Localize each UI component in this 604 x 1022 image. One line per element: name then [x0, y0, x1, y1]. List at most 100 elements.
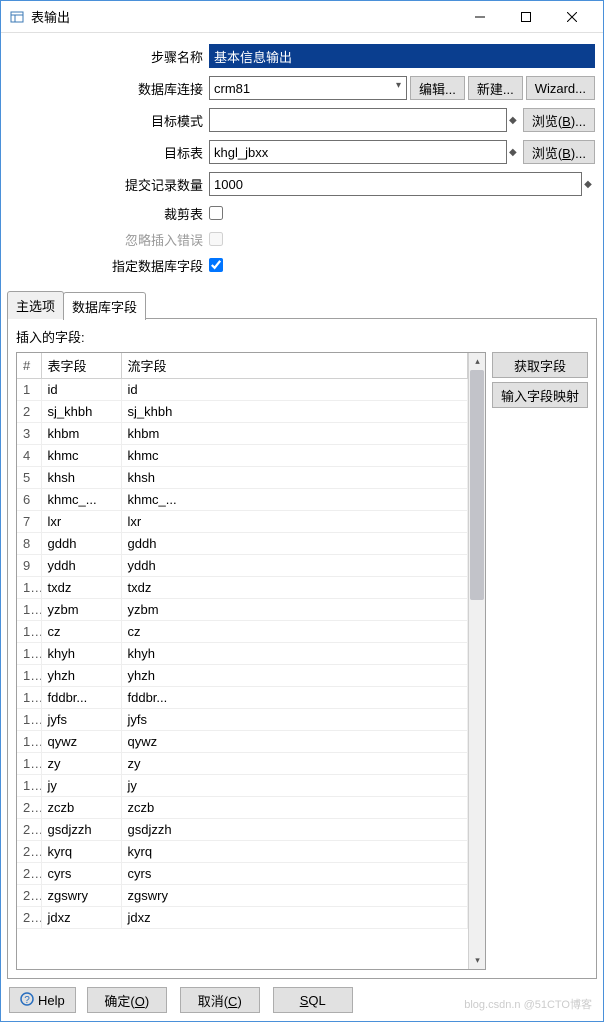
cell-table-field[interactable]: zczb [41, 797, 121, 819]
cell-stream-field[interactable]: yzbm [121, 599, 468, 621]
cell-stream-field[interactable]: khmc [121, 445, 468, 467]
cell-table-field[interactable]: zgswry [41, 885, 121, 907]
cell-stream-field[interactable]: gsdjzzh [121, 819, 468, 841]
cell-stream-field[interactable]: kyrq [121, 841, 468, 863]
table-row[interactable]: 2.. zczb zczb [17, 797, 468, 819]
cell-stream-field[interactable]: sj_khbh [121, 401, 468, 423]
tab-db-fields[interactable]: 数据库字段 [63, 292, 146, 320]
target-schema-input[interactable] [209, 108, 507, 132]
cell-stream-field[interactable]: jyfs [121, 709, 468, 731]
scroll-down-icon[interactable]: ▾ [469, 952, 486, 969]
specify-fields-checkbox[interactable] [209, 258, 223, 272]
cell-stream-field[interactable]: cyrs [121, 863, 468, 885]
step-name-input[interactable] [209, 44, 595, 68]
cell-table-field[interactable]: khsh [41, 467, 121, 489]
close-button[interactable] [549, 2, 595, 32]
table-row[interactable]: 1.. yhzh yhzh [17, 665, 468, 687]
table-row[interactable]: 1.. qywz qywz [17, 731, 468, 753]
table-row[interactable]: 1.. jy jy [17, 775, 468, 797]
table-row[interactable]: 8 gddh gddh [17, 533, 468, 555]
new-connection-button[interactable]: 新建... [468, 76, 523, 100]
table-row[interactable]: 2 sj_khbh sj_khbh [17, 401, 468, 423]
browse-schema-button[interactable]: 浏览(B)... [523, 108, 595, 132]
cell-table-field[interactable]: lxr [41, 511, 121, 533]
browse-table-button[interactable]: 浏览(B)... [523, 140, 595, 164]
cell-table-field[interactable]: jy [41, 775, 121, 797]
cell-stream-field[interactable]: lxr [121, 511, 468, 533]
get-fields-button[interactable]: 获取字段 [492, 352, 588, 378]
commit-size-input[interactable] [209, 172, 582, 196]
scroll-thumb[interactable] [470, 370, 484, 600]
cell-stream-field[interactable]: gddh [121, 533, 468, 555]
cell-table-field[interactable]: zy [41, 753, 121, 775]
cell-table-field[interactable]: khbm [41, 423, 121, 445]
cell-table-field[interactable]: yddh [41, 555, 121, 577]
table-row[interactable]: 7 lxr lxr [17, 511, 468, 533]
table-row[interactable]: 2.. jdxz jdxz [17, 907, 468, 929]
edit-connection-button[interactable]: 编辑... [410, 76, 465, 100]
cell-table-field[interactable]: gddh [41, 533, 121, 555]
cell-table-field[interactable]: fddbr... [41, 687, 121, 709]
table-row[interactable]: 1.. zy zy [17, 753, 468, 775]
cell-stream-field[interactable]: zczb [121, 797, 468, 819]
cell-table-field[interactable]: jyfs [41, 709, 121, 731]
table-row[interactable]: 5 khsh khsh [17, 467, 468, 489]
sql-button[interactable]: SQL [273, 987, 353, 1013]
table-row[interactable]: 1 id id [17, 379, 468, 401]
table-row[interactable]: 4 khmc khmc [17, 445, 468, 467]
cell-stream-field[interactable]: cz [121, 621, 468, 643]
input-mapping-button[interactable]: 输入字段映射 [492, 382, 588, 408]
cell-stream-field[interactable]: khmc_... [121, 489, 468, 511]
table-row[interactable]: 1.. yzbm yzbm [17, 599, 468, 621]
cell-stream-field[interactable]: khsh [121, 467, 468, 489]
cell-stream-field[interactable]: txdz [121, 577, 468, 599]
truncate-checkbox[interactable] [209, 206, 223, 220]
cell-stream-field[interactable]: qywz [121, 731, 468, 753]
scrollbar[interactable]: ▴ ▾ [468, 353, 485, 969]
ok-button[interactable]: 确定(O) [87, 987, 167, 1013]
db-connection-select[interactable] [209, 76, 407, 100]
cell-stream-field[interactable]: yddh [121, 555, 468, 577]
table-row[interactable]: 2.. zgswry zgswry [17, 885, 468, 907]
cell-stream-field[interactable]: id [121, 379, 468, 401]
cell-table-field[interactable]: khmc_... [41, 489, 121, 511]
cell-table-field[interactable]: kyrq [41, 841, 121, 863]
table-row[interactable]: 2.. cyrs cyrs [17, 863, 468, 885]
cancel-button[interactable]: 取消(C) [180, 987, 260, 1013]
cell-stream-field[interactable]: zgswry [121, 885, 468, 907]
cell-stream-field[interactable]: khyh [121, 643, 468, 665]
table-row[interactable]: 1.. khyh khyh [17, 643, 468, 665]
target-table-input[interactable] [209, 140, 507, 164]
table-row[interactable]: 6 khmc_... khmc_... [17, 489, 468, 511]
cell-table-field[interactable]: cz [41, 621, 121, 643]
cell-stream-field[interactable]: jy [121, 775, 468, 797]
cell-table-field[interactable]: yhzh [41, 665, 121, 687]
cell-table-field[interactable]: cyrs [41, 863, 121, 885]
wizard-button[interactable]: Wizard... [526, 76, 595, 100]
table-row[interactable]: 1.. jyfs jyfs [17, 709, 468, 731]
tab-main[interactable]: 主选项 [7, 291, 64, 319]
cell-table-field[interactable]: khyh [41, 643, 121, 665]
variable-icon[interactable]: ◆ [506, 109, 520, 131]
variable-icon[interactable]: ◆ [581, 173, 595, 195]
table-row[interactable]: 1.. cz cz [17, 621, 468, 643]
fields-table[interactable]: # 表字段 流字段 1 id id2 sj_khbh sj_khbh3 khbm… [16, 352, 486, 970]
cell-stream-field[interactable]: fddbr... [121, 687, 468, 709]
table-row[interactable]: 1.. txdz txdz [17, 577, 468, 599]
cell-table-field[interactable]: sj_khbh [41, 401, 121, 423]
cell-table-field[interactable]: yzbm [41, 599, 121, 621]
minimize-button[interactable] [457, 2, 503, 32]
cell-table-field[interactable]: txdz [41, 577, 121, 599]
cell-table-field[interactable]: jdxz [41, 907, 121, 929]
cell-stream-field[interactable]: khbm [121, 423, 468, 445]
cell-stream-field[interactable]: yhzh [121, 665, 468, 687]
help-button[interactable]: ? Help [9, 987, 76, 1013]
cell-table-field[interactable]: qywz [41, 731, 121, 753]
cell-stream-field[interactable]: jdxz [121, 907, 468, 929]
table-row[interactable]: 3 khbm khbm [17, 423, 468, 445]
variable-icon[interactable]: ◆ [506, 141, 520, 163]
cell-stream-field[interactable]: zy [121, 753, 468, 775]
table-row[interactable]: 9 yddh yddh [17, 555, 468, 577]
scroll-up-icon[interactable]: ▴ [469, 353, 486, 370]
cell-table-field[interactable]: gsdjzzh [41, 819, 121, 841]
